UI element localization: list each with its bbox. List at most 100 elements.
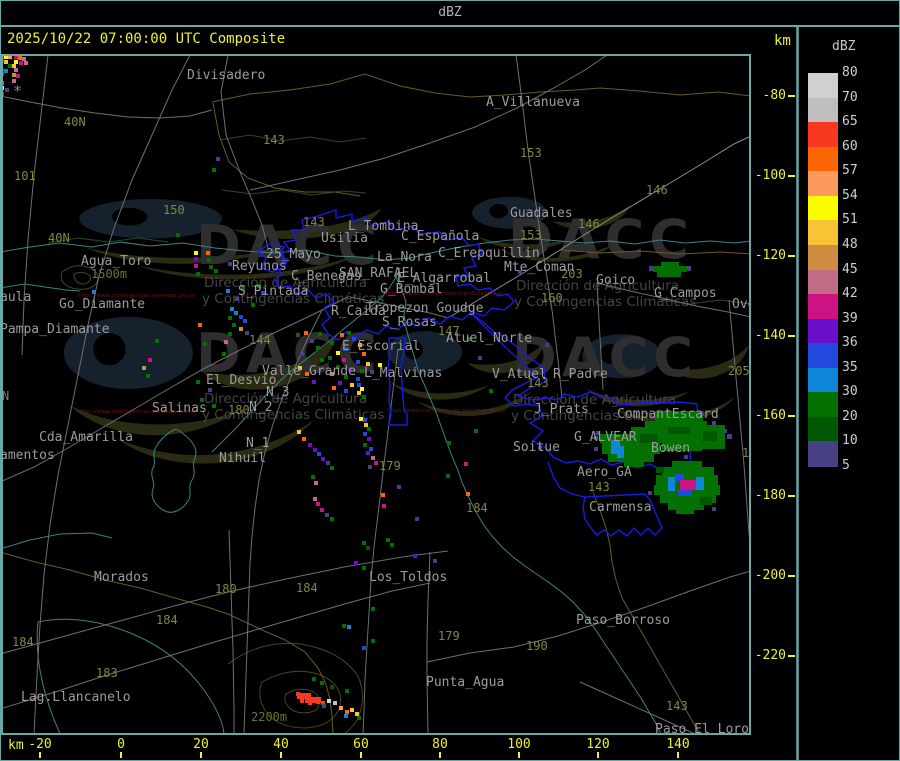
bottom-axis-tick	[200, 752, 202, 758]
legend-swatch	[808, 73, 838, 99]
place-label: Guadales	[510, 206, 573, 221]
road-number-label: 40N	[48, 231, 70, 245]
legend-value: 70	[842, 89, 858, 105]
bottom-axis-label: 140	[666, 737, 690, 752]
dbz-legend: dBZ 80 70 65 60 57 54 51 48 45 42 39 36 35 30 20 10 5	[798, 27, 899, 760]
legend-swatch	[808, 220, 838, 246]
place-label: L_Malvinas	[364, 366, 442, 381]
place-label: R_Caida	[331, 304, 386, 319]
bottom-axis-label: -20	[28, 737, 52, 752]
bottom-axis-tick	[39, 752, 41, 758]
road-number-label: 153	[520, 146, 542, 160]
road-number-label: 184	[156, 613, 178, 627]
bottom-axis-label: 20	[193, 737, 209, 752]
bottom-axis-label: 60	[353, 737, 369, 752]
place-label: Reyunos	[232, 259, 287, 274]
place-label: A_Villanueva	[486, 95, 580, 110]
road-number-label: 184	[466, 501, 488, 515]
bottom-axis-tick	[280, 752, 282, 758]
legend-swatch	[808, 146, 838, 172]
bottom-axis-tick	[677, 752, 679, 758]
legend-swatch	[808, 171, 838, 197]
legend-value: 5	[842, 458, 850, 473]
road-number-label: 143	[666, 699, 688, 713]
contour-label: 1500m	[91, 267, 127, 281]
right-axis-tick	[788, 175, 795, 177]
place-label: C_Española	[401, 229, 479, 244]
panel-borders	[1, 27, 799, 760]
road-number-label: 190	[526, 639, 548, 653]
place-label: CompantEscard	[617, 407, 719, 422]
place-label: J_Prats	[534, 402, 589, 417]
place-label: Cda_Amarilla	[39, 430, 133, 445]
legend-value: 45	[842, 261, 858, 277]
bottom-axis-tick	[120, 752, 122, 758]
timestamp: 2025/10/22 07:00:00 UTC Composite	[7, 31, 286, 47]
right-km-axis: -80 -100 -120 -140 -160 -180 -200 -220	[751, 27, 797, 735]
road-number-label: 144	[249, 333, 271, 347]
legend-value: 35	[842, 359, 858, 375]
legend-value: 54	[842, 187, 858, 203]
place-label: Mte_Coman	[504, 260, 574, 275]
legend-swatch	[808, 343, 838, 369]
legend-value: 80	[842, 65, 858, 80]
legend-swatch	[808, 122, 838, 148]
contour-label: 2200m	[251, 710, 287, 724]
bottom-axis-tick	[439, 752, 441, 758]
right-axis-tick	[788, 255, 795, 257]
place-label: Paso_Borroso	[576, 613, 670, 628]
bottom-axis-tick	[597, 752, 599, 758]
bottom-axis-tick	[360, 752, 362, 758]
road-number-label: 146	[578, 217, 600, 231]
place-label: Morados	[94, 570, 149, 585]
legend-value: 65	[842, 114, 858, 130]
legend-value: 20	[842, 408, 858, 424]
legend-swatch	[808, 441, 838, 467]
place-label: Soitue	[513, 440, 560, 455]
right-axis-tick	[788, 575, 795, 577]
road-number-label: 143	[588, 480, 610, 494]
place-label: Aero_GA	[577, 465, 632, 480]
legend-swatch	[808, 244, 838, 270]
place-label: Atuel_Norte	[446, 331, 532, 346]
title-bar: dBZ	[0, 0, 900, 27]
place-label: G_ALVEAR	[574, 430, 637, 445]
place-label: C_Benegas	[291, 269, 361, 284]
place-label: Divisadero	[187, 68, 265, 83]
right-axis-label: -80	[762, 88, 786, 103]
legend-swatch	[808, 416, 838, 442]
bottom-axis-tick	[518, 752, 520, 758]
place-label: Bowen	[651, 441, 690, 456]
right-axis-label: -220	[754, 648, 786, 663]
right-axis-label: -180	[754, 488, 786, 503]
place-label: G_Bombal	[380, 282, 443, 297]
road-number-label: 180	[228, 403, 250, 417]
place-label: Los_Toldos	[369, 570, 447, 585]
legend-value: 42	[842, 286, 858, 302]
place-label: La_Nora	[377, 250, 432, 265]
road-number-label: 184	[296, 581, 318, 595]
right-axis-tick	[788, 415, 795, 417]
road-number-label: 205	[728, 364, 750, 378]
place-label: Carmensa	[589, 500, 652, 515]
place-label: N_3	[266, 385, 289, 400]
place-label: Go_Diamante	[59, 297, 145, 312]
right-axis-tick	[788, 495, 795, 497]
legend-value: 51	[842, 212, 858, 228]
road-number-label: 40N	[64, 115, 86, 129]
place-label: Agua_Toro	[81, 254, 151, 269]
place-label: Usilia	[321, 231, 368, 246]
right-axis-label: -160	[754, 408, 786, 423]
right-axis-tick	[788, 335, 795, 337]
right-axis-label: -200	[754, 568, 786, 583]
map-content: DACC DACCDACC DACCDirección de Agricultura…	[2, 55, 750, 734]
legend-swatch	[808, 269, 838, 295]
place-label: R_Padre	[553, 367, 608, 382]
right-axis-tick	[788, 95, 795, 97]
bottom-axis-label: 0	[117, 737, 125, 752]
legend-swatch	[808, 195, 838, 221]
place-label: Goico	[596, 273, 635, 288]
legend-value: 39	[842, 310, 858, 326]
place-label: G_Campos	[654, 286, 717, 301]
right-axis-label: -100	[754, 168, 786, 183]
